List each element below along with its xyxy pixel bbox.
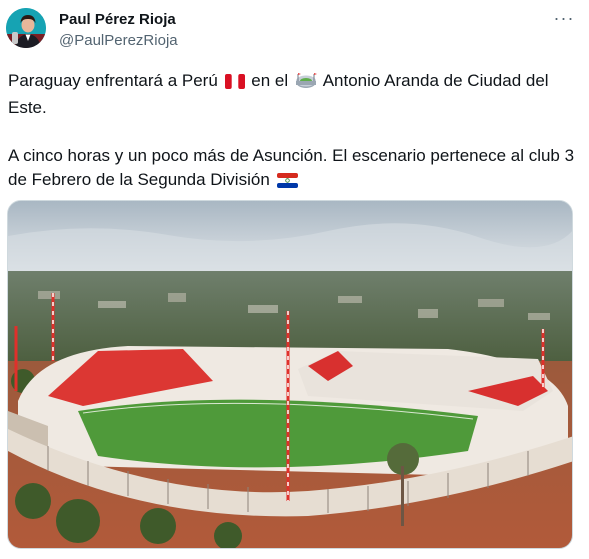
tweet-text-segment: Paraguay enfrentará a Perú bbox=[8, 71, 218, 90]
author-display-name[interactable]: Paul Pérez Rioja bbox=[59, 11, 176, 28]
tweet-card: Paul Pérez Rioja @PaulPerezRioja ··· Par… bbox=[0, 0, 589, 559]
avatar[interactable] bbox=[6, 8, 46, 48]
aerial-stadium-photo bbox=[8, 201, 572, 548]
peru-flag-icon bbox=[224, 72, 245, 96]
tweet-text-segment: en el bbox=[251, 71, 289, 90]
more-options-icon: ··· bbox=[553, 7, 575, 28]
tweet-media-photo[interactable] bbox=[7, 200, 573, 549]
tweet-text: Paraguay enfrentará a Perú en el Antonio… bbox=[8, 69, 583, 219]
more-options-button[interactable]: ··· bbox=[552, 6, 576, 30]
avatar-photo-icon bbox=[6, 8, 46, 48]
tweet-paragraph-1: Paraguay enfrentará a Perú en el Antonio… bbox=[8, 69, 583, 120]
author-handle[interactable]: @PaulPerezRioja bbox=[59, 32, 178, 49]
paraguay-flag-icon bbox=[276, 171, 298, 195]
stadium-icon bbox=[295, 71, 317, 96]
tweet-paragraph-2: A cinco horas y un poco más de Asunción.… bbox=[8, 144, 583, 195]
